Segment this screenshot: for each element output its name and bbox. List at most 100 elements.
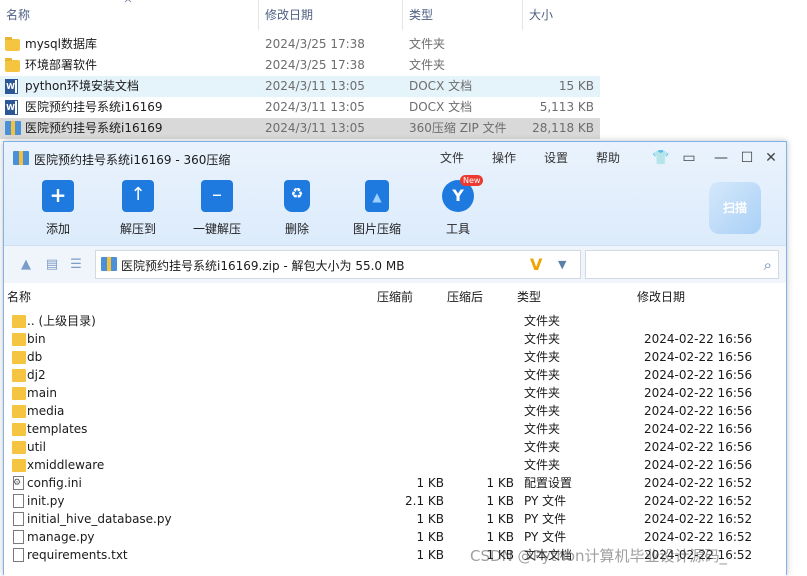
skin-icon[interactable]: 👕 — [652, 149, 670, 167]
folder-icon — [12, 405, 26, 418]
column-date[interactable]: 修改日期 — [258, 0, 402, 30]
menu-file[interactable]: 文件 — [440, 149, 464, 166]
folder-icon — [12, 333, 26, 346]
row-date: 2024-02-22 16:56 — [644, 440, 753, 454]
menu-help[interactable]: 帮助 — [596, 149, 620, 166]
row-date: 2024-02-22 16:52 — [644, 530, 753, 544]
extract-to-label: 解压到 — [119, 222, 156, 236]
archive-row[interactable]: xmiddleware 文件夹 2024-02-22 16:56 — [4, 456, 786, 474]
docx-icon — [5, 100, 21, 115]
feedback-icon[interactable]: ▭ — [680, 149, 698, 167]
row-name: util — [27, 440, 46, 454]
config-file-icon — [13, 474, 24, 492]
row-date: 2024/3/25 17:38 — [265, 58, 365, 72]
path-field[interactable]: 医院预约挂号系统i16169.zip - 解包大小为 55.0 MB V ▼ — [95, 250, 581, 279]
column-before[interactable]: 压缩前 — [377, 288, 413, 305]
column-after[interactable]: 压缩后 — [447, 288, 483, 305]
row-date: 2024-02-22 16:56 — [644, 368, 753, 382]
column-type[interactable]: 类型 — [517, 288, 541, 305]
row-type: 文件夹 — [524, 440, 561, 454]
archive-row[interactable]: init.py 2.1 KB 1 KB PY 文件 2024-02-22 16:52 — [4, 492, 786, 510]
row-date: 2024/3/11 13:05 — [265, 79, 365, 93]
extract-to-button[interactable]: 解压到 — [106, 180, 170, 240]
row-type: 文件夹 — [409, 58, 446, 72]
scan-button[interactable]: 扫描 — [709, 182, 761, 234]
up-arrow-icon[interactable]: ▲ — [18, 257, 34, 273]
archive-row[interactable]: bin 文件夹 2024-02-22 16:56 — [4, 330, 786, 348]
folder-icon — [12, 441, 26, 454]
close-icon[interactable]: ✕ — [762, 149, 780, 167]
explorer-row[interactable]: 医院预约挂号系统i16169 2024/3/11 13:05 DOCX 文档 5… — [0, 97, 600, 118]
explorer-row-selected[interactable]: 医院预约挂号系统i16169 2024/3/11 13:05 360压缩 ZIP… — [0, 118, 600, 139]
archive-row[interactable]: util 文件夹 2024-02-22 16:56 — [4, 438, 786, 456]
tools-label: 工具 — [445, 222, 470, 236]
menu-operate[interactable]: 操作 — [492, 149, 516, 166]
row-name: db — [27, 350, 43, 364]
row-compressed-after: 1 KB — [486, 512, 514, 526]
column-size[interactable]: 大小 — [522, 0, 600, 30]
archive-row[interactable]: manage.py 1 KB 1 KB PY 文件 2024-02-22 16:52 — [4, 528, 786, 546]
add-icon — [42, 180, 74, 212]
row-type: 文件夹 — [524, 404, 561, 418]
list-view-icon[interactable]: ☰ — [68, 257, 84, 273]
archive-row[interactable]: config.ini 1 KB 1 KB 配置设置 2024-02-22 16:52 — [4, 474, 786, 492]
zip-icon — [101, 257, 117, 271]
zip-icon — [13, 151, 29, 165]
maximize-icon[interactable]: ☐ — [738, 149, 756, 167]
explorer-row[interactable]: python环境安装文档 2024/3/11 13:05 DOCX 文档 15 … — [0, 76, 600, 97]
explorer-row[interactable]: mysql数据库 2024/3/25 17:38 文件夹 — [0, 34, 600, 55]
row-name: initial_hive_database.py — [27, 512, 172, 526]
row-compressed-after: 1 KB — [486, 476, 514, 490]
row-name: bin — [27, 332, 46, 346]
column-type[interactable]: 类型 — [402, 0, 522, 30]
archive-row[interactable]: initial_hive_database.py 1 KB 1 KB PY 文件 202… — [4, 510, 786, 528]
add-button[interactable]: 添加 — [26, 180, 90, 240]
detail-view-icon[interactable]: ▤ — [44, 257, 60, 273]
one-click-extract-button[interactable]: 一键解压 — [185, 180, 249, 240]
trash-icon — [284, 180, 310, 212]
archive-row[interactable]: main 文件夹 2024-02-22 16:56 — [4, 384, 786, 402]
delete-button[interactable]: 删除 — [265, 180, 329, 240]
archive-row[interactable]: db 文件夹 2024-02-22 16:56 — [4, 348, 786, 366]
address-bar: ▲ ▤ ☰ 医院预约挂号系统i16169.zip - 解包大小为 55.0 MB… — [4, 245, 786, 283]
file-icon — [13, 530, 24, 544]
zip-icon — [5, 121, 21, 135]
minimize-icon[interactable]: — — [712, 149, 730, 167]
add-label: 添加 — [45, 222, 70, 236]
row-type: 文件夹 — [524, 314, 561, 328]
menu-settings[interactable]: 设置 — [544, 149, 568, 166]
image-compress-button[interactable]: 图片压缩 — [345, 180, 409, 240]
row-compressed-before: 1 KB — [416, 476, 444, 490]
column-name[interactable]: 名称 — [7, 288, 31, 305]
tools-button[interactable]: 工具 — [426, 180, 490, 240]
row-type: 文件夹 — [524, 422, 561, 436]
row-type: DOCX 文档 — [409, 100, 473, 114]
file-icon — [13, 494, 24, 508]
search-icon[interactable]: ⌕ — [764, 256, 772, 274]
folder-icon — [12, 369, 26, 382]
row-name: 医院预约挂号系统i16169 — [25, 100, 163, 114]
row-name: requirements.txt — [27, 548, 128, 562]
row-type: 文件夹 — [524, 332, 561, 346]
path-text: 医院预约挂号系统i16169.zip - 解包大小为 55.0 MB — [121, 259, 405, 273]
archive-row[interactable]: media 文件夹 2024-02-22 16:56 — [4, 402, 786, 420]
row-type: 文件夹 — [409, 37, 446, 51]
row-name: templates — [27, 422, 88, 436]
row-name: media — [27, 404, 65, 418]
archive-row[interactable]: dj2 文件夹 2024-02-22 16:56 — [4, 366, 786, 384]
archive-row[interactable]: .. (上级目录) 文件夹 — [4, 312, 786, 330]
row-date: 2024-02-22 16:56 — [644, 350, 753, 364]
row-compressed-after: 1 KB — [486, 494, 514, 508]
explorer-row[interactable]: 环境部署软件 2024/3/25 17:38 文件夹 — [0, 55, 600, 76]
row-compressed-before: 1 KB — [416, 548, 444, 562]
zip-window-header: 医院预约挂号系统i16169 - 360压缩 文件 操作 设置 帮助 👕 ▭ —… — [4, 142, 786, 245]
one-click-extract-icon — [201, 180, 233, 212]
sort-up-icon: ^ — [123, 0, 133, 10]
search-input[interactable]: ⌕ — [585, 250, 779, 279]
archive-row[interactable]: templates 文件夹 2024-02-22 16:56 — [4, 420, 786, 438]
chevron-down-icon[interactable]: ▼ — [558, 258, 566, 271]
row-date: 2024-02-22 16:56 — [644, 404, 753, 418]
folder-icon — [5, 58, 21, 72]
extract-icon — [122, 180, 154, 212]
column-date[interactable]: 修改日期 — [637, 288, 685, 305]
